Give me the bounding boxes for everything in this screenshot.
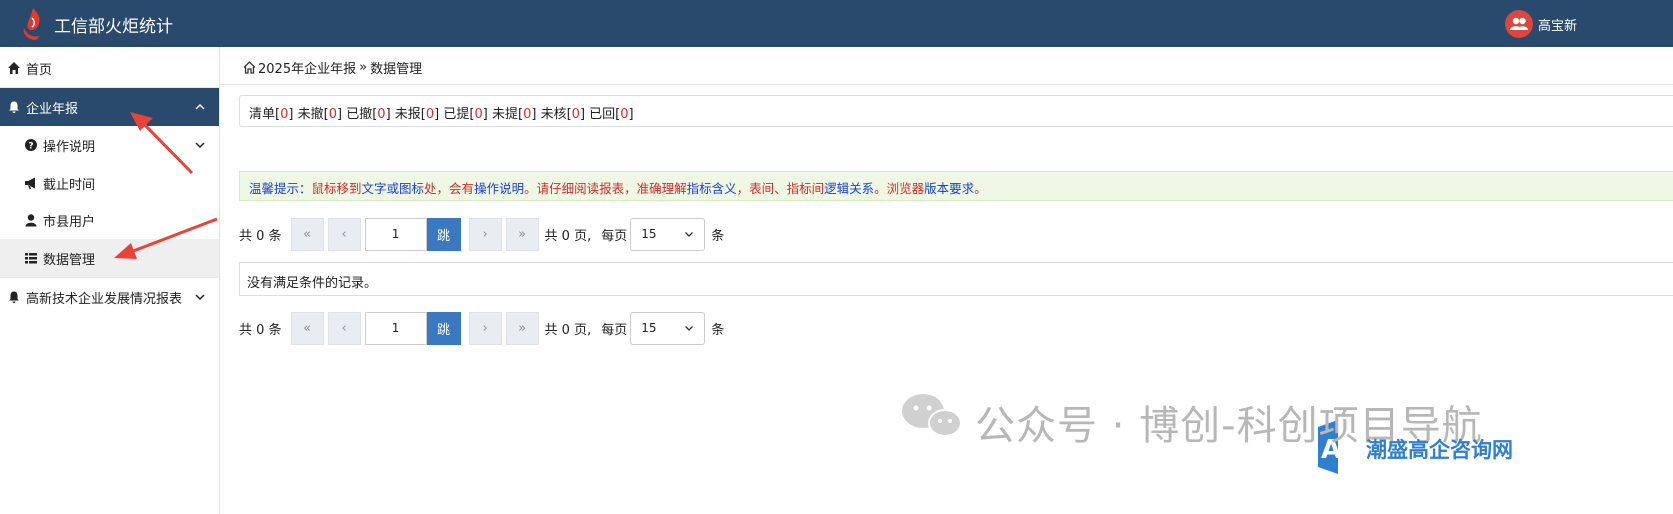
first-page-button[interactable]: « [290, 217, 324, 251]
last-page-button[interactable]: » [505, 217, 539, 251]
sidebar-item-deadline[interactable]: 截止时间 [0, 164, 219, 202]
users-icon [1510, 17, 1528, 30]
chevron-down-icon [195, 294, 205, 301]
total-pages: 共 0 页, [544, 322, 592, 338]
bell-icon [9, 291, 19, 303]
sidebar-item-city-users[interactable]: 市县用户 [0, 201, 219, 239]
megaphone-icon [25, 177, 35, 189]
last-page-button[interactable]: » [505, 311, 539, 345]
next-page-button[interactable]: › [468, 311, 502, 345]
chevron-down-icon [195, 142, 205, 149]
bell-icon [9, 101, 19, 113]
tip-banner: 温馨提示：鼠标移到文字或图标处，会有操作说明。请仔细阅读报表，准确理解指标含义，… [239, 171, 1673, 201]
chevron-down-icon [685, 326, 694, 331]
page-number-input[interactable]: 1 [364, 311, 427, 345]
breadcrumb-current: 数据管理 [370, 62, 423, 77]
status-item[interactable]: 清单[0] [249, 107, 293, 122]
sidebar-item-label: 市县用户 [43, 214, 96, 230]
go-button[interactable]: 跳 [426, 217, 461, 251]
status-item[interactable]: 已撤[0] [346, 107, 390, 122]
per-page-unit: 条 [711, 228, 725, 244]
sidebar-item-annual-report[interactable]: 企业年报 [0, 88, 219, 126]
tip-link[interactable]: 浏览器 [887, 181, 925, 196]
per-page-unit: 条 [711, 322, 725, 338]
status-item[interactable]: 未撤[0] [298, 107, 342, 122]
user-avatar[interactable] [1505, 10, 1533, 38]
sidebar-item-label: 高新技术企业发展情况报表 [26, 291, 183, 307]
question-circle-icon: ? [25, 139, 37, 152]
user-name[interactable]: 高宝新 [1538, 15, 1577, 34]
user-icon [25, 214, 37, 227]
watermark-brand: 潮盛高企咨询网 [1366, 437, 1513, 462]
tip-link[interactable]: 文字或图标 [362, 181, 425, 196]
sidebar-item-label: 操作说明 [43, 139, 96, 155]
breadcrumb: 2025年企业年报 » 数据管理 [242, 58, 422, 77]
breadcrumb-divider [220, 84, 1673, 85]
chevron-up-icon [195, 103, 205, 110]
sidebar: 首页 企业年报 ? 操作说明 截止时间 市县用户 数据管理 高新技术企业发展情况… [0, 47, 220, 514]
next-page-button[interactable]: › [468, 217, 502, 251]
app-title: 工信部火炬统计 [54, 17, 173, 37]
total-records: 共 0 条 [239, 322, 282, 338]
sidebar-item-instructions[interactable]: ? 操作说明 [0, 126, 219, 164]
status-count-bar: 清单[0] 未撤[0] 已撤[0] 未报[0] 已提[0] 未提[0] 未核[0… [239, 95, 1673, 127]
first-page-button[interactable]: « [290, 311, 324, 345]
prev-page-button[interactable]: ‹ [327, 217, 361, 251]
status-item[interactable]: 未提[0] [492, 107, 536, 122]
sidebar-item-label: 截止时间 [43, 177, 96, 193]
top-bar: 工信部火炬统计 高宝新 [0, 0, 1673, 47]
per-page-label: 每页 [601, 228, 628, 244]
home-outline-icon[interactable] [242, 60, 257, 75]
tip-link[interactable]: 操作说明 [474, 181, 524, 196]
prev-page-button[interactable]: ‹ [327, 311, 361, 345]
sidebar-item-label: 首页 [26, 62, 53, 78]
go-button[interactable]: 跳 [426, 311, 461, 345]
per-page-label: 每页 [601, 322, 628, 338]
sidebar-item-data-management[interactable]: 数据管理 [0, 239, 219, 277]
pagination-bottom: 共 0 条 « ‹ 1 跳 › » 共 0 页, 每页 15 条 [239, 311, 724, 345]
sidebar-item-hightech-report[interactable]: 高新技术企业发展情况报表 [0, 278, 219, 316]
wechat-icon [902, 394, 962, 437]
per-page-select[interactable]: 15 [630, 311, 706, 345]
status-item[interactable]: 未核[0] [541, 107, 585, 122]
breadcrumb-separator: » [359, 60, 368, 75]
sidebar-item-label: 数据管理 [43, 252, 96, 268]
sidebar-item-label: 企业年报 [26, 101, 79, 117]
breadcrumb-parent[interactable]: 2025年企业年报 [258, 58, 356, 77]
status-item[interactable]: 已提[0] [443, 107, 487, 122]
home-icon [8, 62, 20, 74]
status-item[interactable]: 已回[0] [589, 107, 633, 122]
total-records: 共 0 条 [239, 228, 282, 244]
per-page-select[interactable]: 15 [630, 217, 706, 251]
svg-text:?: ? [28, 142, 33, 152]
total-pages: 共 0 页, [544, 228, 592, 244]
chevron-down-icon [685, 232, 694, 237]
sidebar-item-home[interactable]: 首页 [0, 49, 219, 87]
tip-link[interactable]: 逻辑关系 [824, 181, 874, 196]
tip-link[interactable]: 版本要求 [924, 181, 974, 196]
torch-logo-icon [23, 8, 40, 40]
list-icon [25, 253, 37, 264]
page-number-input[interactable]: 1 [364, 217, 427, 251]
pagination-top: 共 0 条 « ‹ 1 跳 › » 共 0 页, 每页 15 条 [239, 217, 724, 251]
tip-link[interactable]: 指标含义 [687, 181, 737, 196]
empty-message: 没有满足条件的记录。 [239, 262, 1673, 296]
status-item[interactable]: 未报[0] [395, 107, 439, 122]
